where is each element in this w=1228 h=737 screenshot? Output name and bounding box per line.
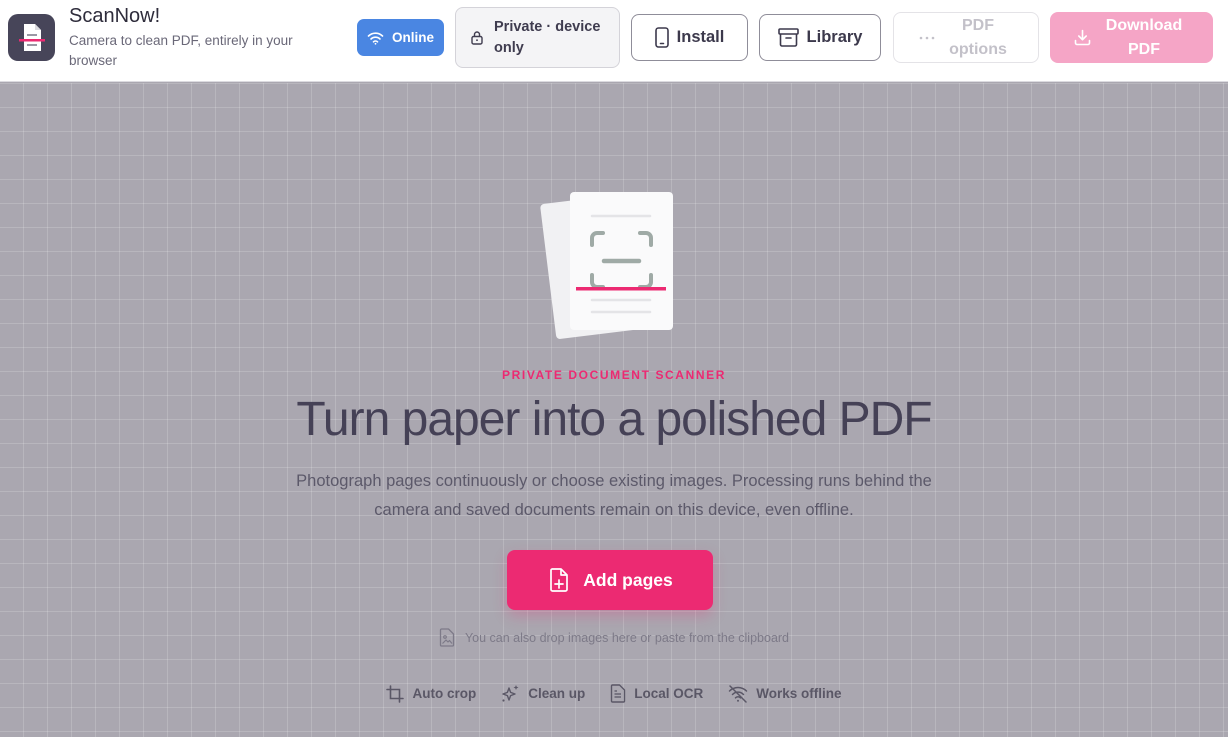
install-button[interactable]: Install xyxy=(631,14,748,61)
scanner-document-icon xyxy=(19,24,45,51)
app-logo xyxy=(8,14,55,61)
feature-label: Works offline xyxy=(756,686,842,701)
install-label: Install xyxy=(676,28,725,46)
more-dots-icon xyxy=(919,36,935,39)
pdf-options-label: PDF options xyxy=(949,16,1007,58)
wifi-icon xyxy=(367,31,384,45)
feature-item-local-ocr: Local OCR xyxy=(610,684,703,703)
download-icon xyxy=(1074,29,1091,46)
file-plus-icon xyxy=(550,568,569,592)
hero-eyebrow: PRIVATE DOCUMENT SCANNER xyxy=(502,368,726,382)
image-file-icon xyxy=(439,628,455,647)
archive-box-icon xyxy=(777,28,799,47)
add-pages-button[interactable]: Add pages xyxy=(507,550,713,610)
feature-label: Local OCR xyxy=(634,686,704,701)
feature-item-clean-up: Clean up xyxy=(501,684,585,703)
add-pages-label: Add pages xyxy=(583,569,673,590)
hero-title: Turn paper into a polished PDF xyxy=(296,393,932,446)
download-label: Download PDF xyxy=(1105,16,1183,58)
feature-item-works-offline: Works offline xyxy=(728,684,842,703)
document-scan-illustration xyxy=(540,192,673,339)
private-label: Private · device only xyxy=(494,18,601,56)
pdf-options-button[interactable]: PDF options xyxy=(893,12,1039,63)
phone-icon xyxy=(654,27,669,48)
online-status-button[interactable]: Online xyxy=(357,19,444,56)
privacy-badge-button[interactable]: Private · device only xyxy=(455,7,620,68)
feature-list: Auto crop Clean up Local OCR Works offli… xyxy=(0,684,1228,703)
wifi-off-icon xyxy=(729,684,748,703)
feature-label: Auto crop xyxy=(412,686,477,701)
lock-icon xyxy=(471,31,483,45)
download-pdf-button[interactable]: Download PDF xyxy=(1050,12,1213,63)
library-label: Library xyxy=(806,28,863,46)
hero-description: Photograph pages continuously or choose … xyxy=(296,472,932,519)
app-tagline: Camera to clean PDF, entirely in your br… xyxy=(69,33,293,68)
drop-hint-text: You can also drop images here or paste f… xyxy=(464,630,790,645)
app-title: ScanNow! xyxy=(69,5,161,27)
online-label: Online xyxy=(391,30,434,45)
crop-icon xyxy=(386,684,405,703)
feature-item-auto-crop: Auto crop xyxy=(386,684,476,703)
feature-label: Clean up xyxy=(528,686,586,701)
drop-hint: You can also drop images here or paste f… xyxy=(0,628,1228,647)
library-button[interactable]: Library xyxy=(759,14,881,61)
document-text-icon xyxy=(611,684,626,703)
app-header: ScanNow! Camera to clean PDF, entirely i… xyxy=(0,0,1228,82)
sparkles-icon xyxy=(502,685,519,702)
